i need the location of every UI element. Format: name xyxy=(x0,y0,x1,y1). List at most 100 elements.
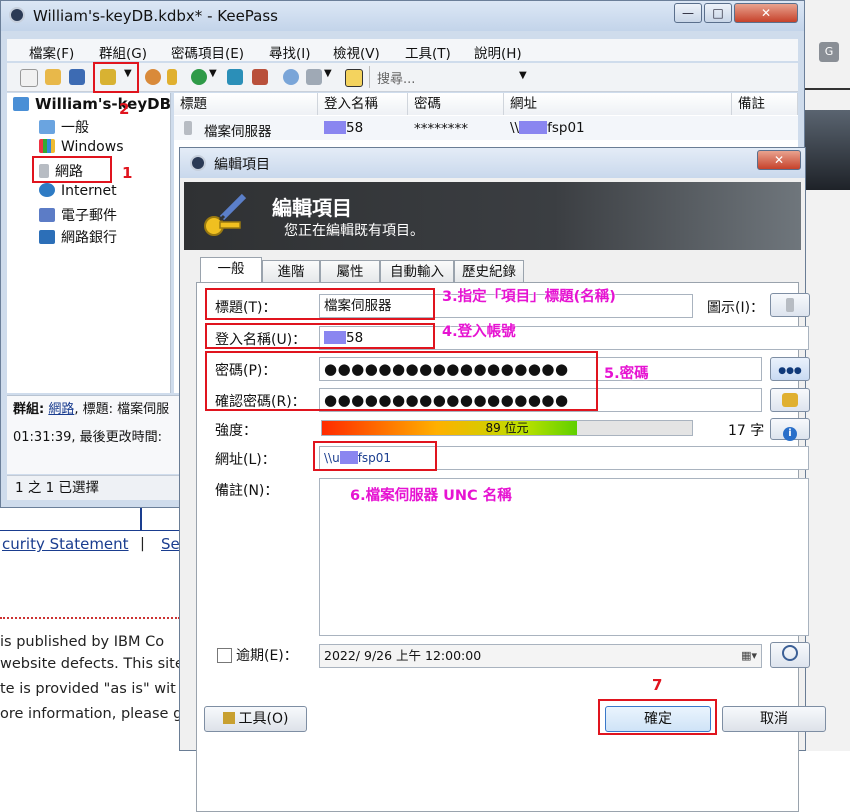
clock-icon xyxy=(782,645,798,661)
open-folder-icon[interactable] xyxy=(45,69,61,85)
sync-icon[interactable] xyxy=(227,69,243,85)
background-link-2[interactable]: Se xyxy=(161,535,180,553)
redaction-mark xyxy=(324,121,346,134)
tree-item-banking[interactable]: 網路銀行 xyxy=(39,227,117,247)
menu-group[interactable]: 群組(G) xyxy=(99,42,147,62)
tab-history[interactable]: 歷史紀錄 xyxy=(454,260,524,282)
annotation-number-7: 7 xyxy=(652,676,663,694)
main-window-title: William's-keyDB.kdbx* - KeePass xyxy=(33,7,278,25)
tree-item-internet[interactable]: Internet xyxy=(39,183,117,199)
quality-info-button[interactable]: i xyxy=(770,418,810,441)
tree-item-email[interactable]: 電子郵件 xyxy=(39,205,117,225)
security-statement-link[interactable]: curity Statement xyxy=(2,535,129,553)
dialog-lock-icon xyxy=(190,155,206,171)
copy-password-icon[interactable] xyxy=(167,69,177,85)
quick-search-placeholder: 搜尋... xyxy=(377,72,416,87)
callout-url: 6.檔案伺服器 UNC 名稱 xyxy=(350,488,512,504)
minimize-button[interactable]: — xyxy=(674,3,702,23)
background-line-4: ore information, please g xyxy=(0,706,183,722)
show-password-button[interactable]: ●●● xyxy=(770,357,810,381)
quick-search-input[interactable]: 搜尋... ▼ xyxy=(369,66,530,88)
tree-item-windows[interactable]: Windows xyxy=(39,139,124,155)
banner-title: 編輯項目 xyxy=(272,196,352,220)
annotation-number-1: 1 xyxy=(122,164,133,182)
generate-password-button[interactable] xyxy=(770,388,810,412)
annotation-box-url xyxy=(313,441,437,471)
quality-bits: 89 位元 xyxy=(485,421,529,435)
save-icon[interactable] xyxy=(69,69,85,85)
expiry-date-input[interactable]: 2022/ 9/26 上午 12:00:00 ▦▾ xyxy=(319,644,762,668)
copy-username-icon[interactable] xyxy=(145,69,161,85)
annotation-number-2: 2 xyxy=(119,100,130,118)
background-line-2: website defects. This site xyxy=(0,656,184,672)
quick-search-dropdown-icon[interactable]: ▼ xyxy=(519,70,527,81)
entry-tree-icon[interactable] xyxy=(252,69,268,85)
tab-auto-type[interactable]: 自動輸入 xyxy=(380,260,454,282)
menu-tools[interactable]: 工具(T) xyxy=(405,42,451,62)
dialog-close-button[interactable]: ✕ xyxy=(757,150,801,170)
quality-bar: 89 位元 xyxy=(321,420,693,436)
menu-view[interactable]: 檢視(V) xyxy=(333,42,380,62)
column-notes[interactable]: 備註 xyxy=(732,93,798,115)
menu-bar: 檔案(F) 群組(G) 密碼項目(E) 尋找(I) 檢視(V) 工具(T) 說明… xyxy=(7,39,798,62)
table-row[interactable]: 檔案伺服器 58 ******** \\ fsp01 xyxy=(174,116,798,140)
callout-password: 5.密碼 xyxy=(604,366,649,382)
row-username: 58 xyxy=(324,120,363,136)
expires-label: 逾期(E)： xyxy=(236,648,298,664)
tab-advanced[interactable]: 進階 xyxy=(262,260,320,282)
row-password: ******** xyxy=(414,121,468,137)
status-text: 1 之 1 已選擇 xyxy=(15,480,100,496)
new-database-icon[interactable] xyxy=(20,69,38,87)
maximize-button[interactable]: □ xyxy=(704,3,732,23)
icon-picker-button[interactable] xyxy=(770,293,810,317)
column-username[interactable]: 登入名稱 xyxy=(318,93,408,115)
menu-file[interactable]: 檔案(F) xyxy=(29,42,74,62)
keepass-lock-icon xyxy=(9,7,25,23)
edit-entry-dialog: 編輯項目 ✕ 編輯項目 您正在編輯既有項目。 一般 進階 屬性 自動輸入 歷史紀… xyxy=(179,147,826,812)
tools-icon xyxy=(222,712,235,724)
annotation-box-add-entry xyxy=(93,62,139,93)
close-button[interactable]: ✕ xyxy=(734,3,798,23)
find-dropdown-icon[interactable]: ▼ xyxy=(324,68,332,79)
row-title: 檔案伺服器 xyxy=(204,124,272,140)
column-title[interactable]: 標題 xyxy=(174,93,318,115)
menu-help[interactable]: 說明(H) xyxy=(474,42,522,62)
tab-general[interactable]: 一般 xyxy=(200,257,262,283)
annotation-box-title xyxy=(205,288,435,320)
url-label: 網址(L)： xyxy=(215,452,276,468)
menu-find[interactable]: 尋找(I) xyxy=(269,42,311,62)
calendar-dropdown-icon[interactable]: ▦▾ xyxy=(741,645,757,667)
callout-title: 3.指定「項目」標題(名稱) xyxy=(442,289,616,305)
tab-properties[interactable]: 屬性 xyxy=(320,260,380,282)
folder-icon xyxy=(39,120,55,134)
annotation-box-network xyxy=(32,156,112,183)
tree-root[interactable]: William's-keyDB xyxy=(13,95,171,113)
column-url[interactable]: 網址 xyxy=(504,93,732,115)
dialog-titlebar: 編輯項目 ✕ xyxy=(180,148,805,178)
find-options-icon[interactable] xyxy=(306,69,322,85)
icon-label: 圖示(I)： xyxy=(707,300,765,316)
main-titlebar: William's-keyDB.kdbx* - KeePass — □ ✕ xyxy=(1,1,804,31)
translate-icon[interactable]: G xyxy=(819,42,839,62)
menu-entry[interactable]: 密碼項目(E) xyxy=(171,42,244,62)
open-url-dropdown-icon[interactable]: ▼ xyxy=(209,68,217,79)
column-password[interactable]: 密碼 xyxy=(408,93,504,115)
expires-checkbox[interactable] xyxy=(217,648,232,663)
tools-button[interactable]: 工具(O) xyxy=(204,706,307,732)
cancel-button[interactable]: 取消 xyxy=(722,706,826,732)
annotation-box-ok xyxy=(598,699,717,735)
percent-icon xyxy=(39,230,55,244)
background-image xyxy=(805,110,850,190)
status-bar: 1 之 1 已選擇 xyxy=(7,475,183,500)
group-tree: William's-keyDB 一般 Windows 網路 Internet 電… xyxy=(7,93,171,393)
details-group-link[interactable]: 網路 xyxy=(48,402,74,417)
tree-item-general[interactable]: 一般 xyxy=(39,117,89,137)
find-icon[interactable] xyxy=(283,69,299,85)
lock-workspace-icon[interactable] xyxy=(345,69,363,87)
email-icon xyxy=(39,208,55,222)
quality-chars: 17 字 xyxy=(728,423,765,439)
key-pen-icon xyxy=(200,192,248,240)
expiry-presets-button[interactable] xyxy=(770,642,810,668)
entry-details-panel: 群組: 網路, 標題: 檔案伺服 01:31:39, 最後更改時間: xyxy=(7,395,183,474)
open-url-icon[interactable] xyxy=(191,69,207,85)
